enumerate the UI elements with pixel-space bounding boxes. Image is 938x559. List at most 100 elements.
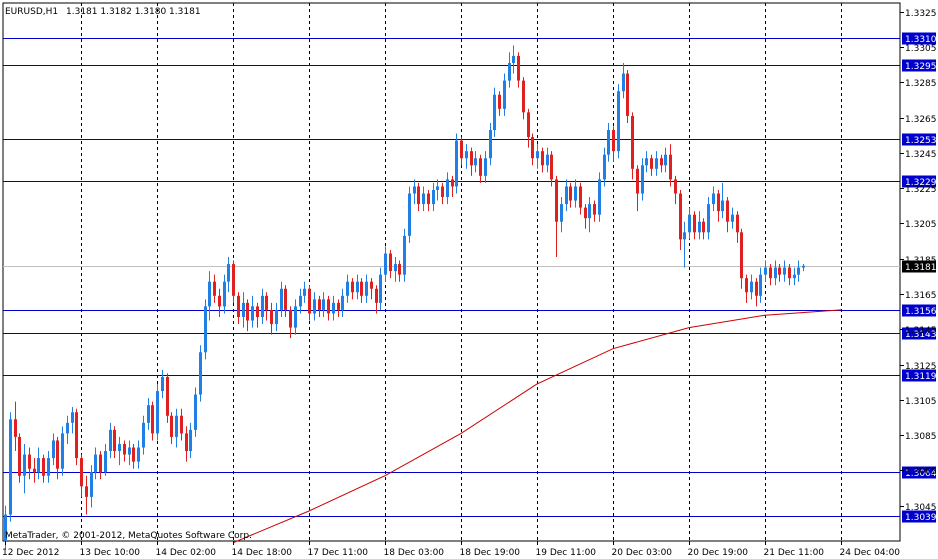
time-axis: 12 Dec 2012 13 Dec 10:00 14 Dec 02:00 14 De…	[2, 541, 900, 558]
copyright-notice: MetaTrader, © 2001-2012, MetaQuotes Soft…	[5, 531, 252, 541]
price-tick-label: 1.3165	[905, 291, 937, 301]
candle-body	[90, 472, 93, 497]
candle-body	[199, 352, 202, 395]
candle-body	[669, 154, 672, 180]
price-tick-label: 1.3145	[905, 326, 937, 336]
candle-body	[379, 274, 382, 303]
candle-body	[764, 267, 767, 275]
candle-body	[579, 186, 582, 208]
candle-body	[299, 295, 302, 307]
candle-body	[493, 94, 496, 131]
chart-symbol-label: EURUSD,H1	[5, 7, 58, 17]
candle-body	[446, 179, 449, 198]
candle-body	[61, 433, 64, 469]
candle-body	[71, 412, 74, 423]
candle-body	[232, 264, 235, 296]
candle-body	[455, 140, 458, 187]
candle	[75, 408, 78, 466]
candle-body	[588, 204, 591, 219]
candle-body	[503, 80, 506, 109]
candle-body	[527, 112, 530, 138]
candle-body	[707, 204, 710, 233]
candle-body	[28, 454, 31, 469]
price-axis: 1.3325 1.3305 1.3285 1.3265 1.3245 1.3225 1.32…	[900, 9, 937, 513]
candle-body	[512, 55, 515, 63]
candle	[199, 345, 202, 402]
candle-body	[313, 299, 316, 314]
candle-body	[37, 458, 40, 473]
candle-body	[66, 422, 69, 434]
candle-body	[118, 443, 121, 452]
price-tick-label: 1.3105	[905, 397, 937, 407]
time-tick-label: 17 Dec 11:00	[308, 548, 369, 558]
candle-body	[498, 94, 501, 109]
candle-body	[204, 306, 207, 353]
candle-body	[679, 193, 682, 240]
chart-ohlc-readout: 1.3181 1.3182 1.3180 1.3181	[66, 7, 201, 17]
candle-body	[441, 186, 444, 198]
candle-body	[375, 288, 378, 303]
candle-body	[47, 458, 50, 476]
candle-body	[170, 415, 173, 437]
candle-body	[161, 376, 164, 392]
candle-body	[755, 281, 758, 296]
candle-body	[631, 115, 634, 169]
time-tick-label: 13 Dec 10:00	[80, 548, 141, 558]
candle-body	[427, 193, 430, 205]
candle-body	[740, 232, 743, 279]
candle-body	[474, 158, 477, 166]
candle-body	[137, 447, 140, 462]
candle-body	[261, 295, 264, 317]
time-tick-label: 20 Dec 19:00	[688, 548, 749, 558]
candle-body	[389, 253, 392, 272]
candle-body	[717, 193, 720, 212]
candle-body	[550, 154, 553, 180]
candle-body	[774, 267, 777, 279]
candle-body	[788, 267, 791, 279]
candle-body	[736, 214, 739, 233]
candle-body	[246, 302, 249, 321]
level-price-label: 1.3253	[905, 136, 937, 146]
candle-body	[536, 151, 539, 159]
candle-body	[731, 214, 734, 222]
candle-body	[569, 186, 572, 201]
level-price-label: 1.3295	[905, 62, 937, 72]
candle-body	[113, 429, 116, 452]
candle-body	[42, 458, 45, 476]
candle-body	[593, 204, 596, 215]
candle-body	[688, 214, 691, 233]
candle-body	[99, 454, 102, 473]
candle	[166, 373, 169, 423]
candle-body	[422, 193, 425, 205]
candle-body	[151, 405, 154, 434]
candle	[61, 426, 64, 476]
candle-body	[218, 295, 221, 307]
time-tick-label: 24 Dec 04:00	[840, 548, 901, 558]
candle-body	[104, 451, 107, 473]
candle-body	[650, 158, 653, 169]
candle-body	[698, 221, 701, 233]
candle-body	[479, 158, 482, 176]
candle	[455, 133, 458, 194]
candle-body	[408, 193, 411, 236]
price-tick-label: 1.3265	[905, 115, 937, 125]
candle-body	[617, 91, 620, 152]
candle-body	[793, 274, 796, 279]
candle-body	[370, 281, 373, 289]
candle-body	[607, 130, 610, 155]
candle-body	[237, 295, 240, 317]
candle-body	[147, 405, 150, 423]
candle-body	[413, 186, 416, 194]
candle-body	[327, 299, 330, 314]
candle-body	[384, 253, 387, 275]
candle-body	[322, 299, 325, 310]
candle-body	[655, 158, 658, 169]
candle-body	[417, 186, 420, 205]
candle-body	[541, 151, 544, 166]
candle-body	[94, 454, 97, 473]
candle-body	[213, 281, 216, 296]
price-chart[interactable]: 1.33101.32951.32531.32291.31561.31431.31…	[0, 0, 938, 559]
candle-body	[332, 302, 335, 314]
candle-body	[227, 264, 230, 282]
candle-body	[565, 186, 568, 205]
